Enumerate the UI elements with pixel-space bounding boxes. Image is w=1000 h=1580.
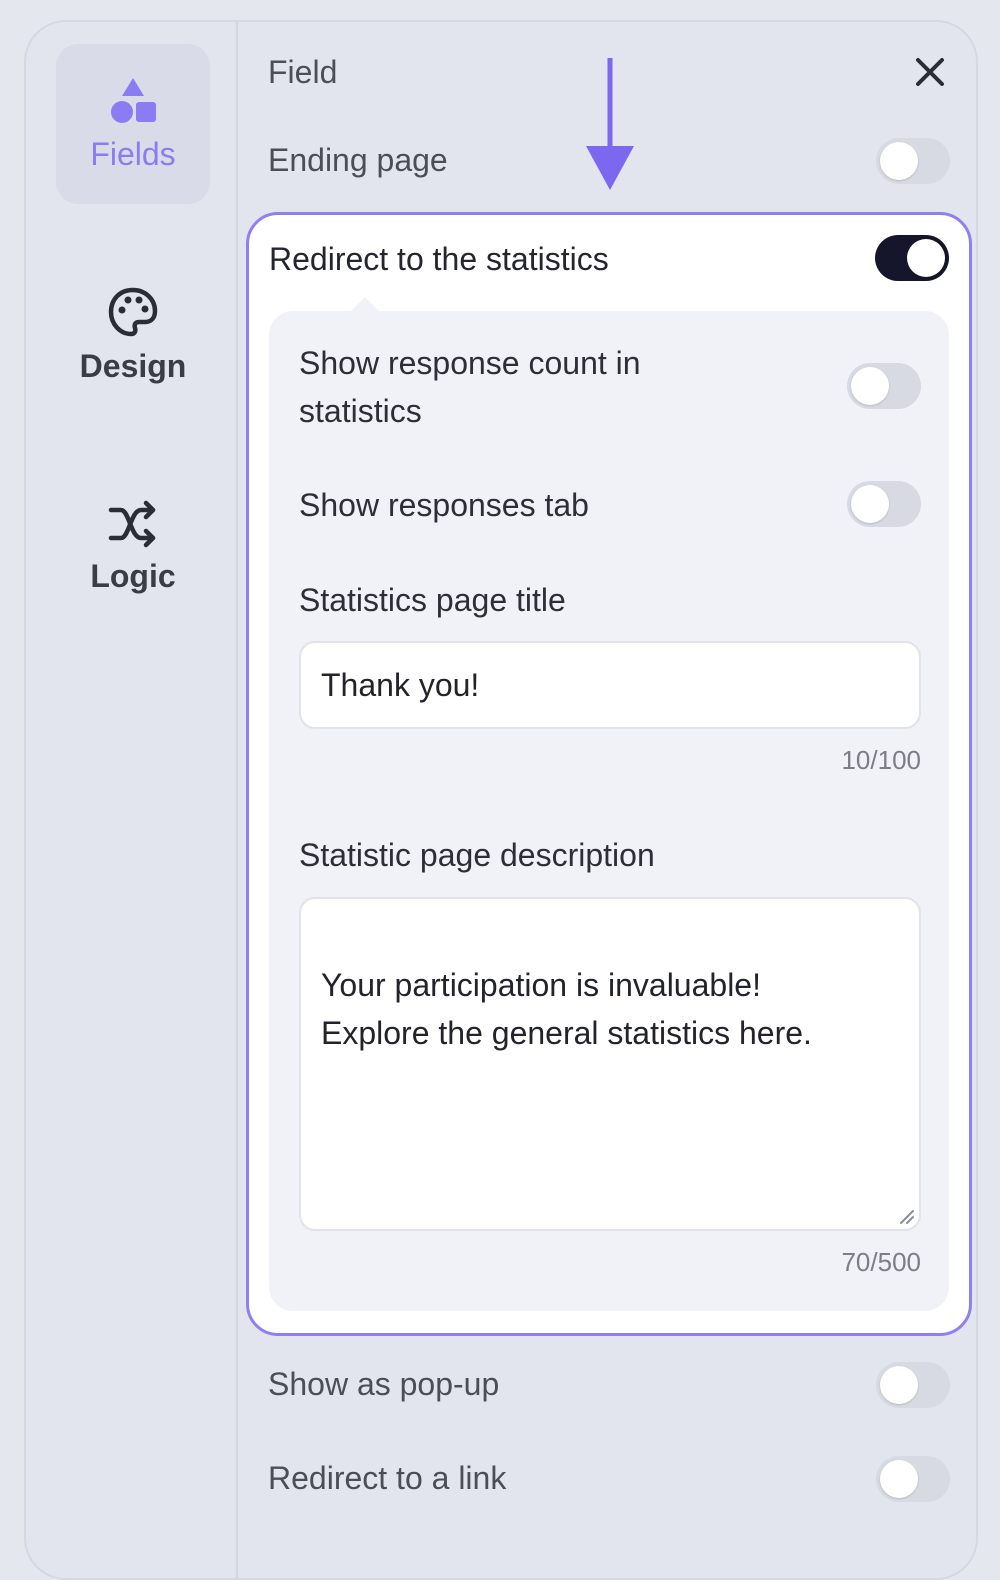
sidebar-rail: Fields Design Logic: [26, 22, 238, 1578]
response-count-toggle[interactable]: [847, 363, 921, 409]
field-settings-panel: Fields Design Logic Field Ending page Re…: [24, 20, 978, 1580]
response-count-label: Show response count in statistics: [299, 345, 641, 429]
show-popup-toggle[interactable]: [876, 1362, 950, 1408]
stats-title-input[interactable]: Thank you!: [299, 641, 921, 729]
stats-title-counter: 10/100: [841, 745, 921, 775]
rail-item-design[interactable]: Design: [56, 260, 210, 410]
rail-item-fields[interactable]: Fields: [56, 44, 210, 204]
statistics-redirect-card: Redirect to the statistics Show response…: [246, 212, 972, 1336]
panel-title: Field: [268, 54, 338, 90]
stats-description-textarea[interactable]: Your participation is invaluable! Explor…: [299, 897, 921, 1231]
shuffle-icon: [108, 500, 156, 547]
shapes-icon: [111, 77, 156, 123]
rail-item-label: Design: [79, 347, 187, 384]
stats-description-label: Statistic page description: [299, 837, 655, 873]
close-button[interactable]: [910, 52, 950, 92]
field-settings-content: Field Ending page Redirect to the statis…: [238, 22, 976, 1578]
stats-description-text: Your participation is invaluable! Explor…: [321, 967, 812, 1051]
ending-page-toggle[interactable]: [876, 138, 950, 184]
responses-tab-toggle[interactable]: [847, 481, 921, 527]
statistics-redirect-label: Redirect to the statistics: [269, 241, 609, 277]
responses-tab-label: Show responses tab: [299, 487, 589, 523]
rail-item-label: Logic: [90, 557, 176, 594]
palette-icon: [108, 287, 158, 336]
ending-page-label: Ending page: [268, 142, 448, 178]
close-icon: [916, 58, 944, 86]
show-popup-label: Show as pop-up: [268, 1366, 500, 1402]
statistics-redirect-toggle[interactable]: [875, 235, 949, 281]
rail-item-logic[interactable]: Logic: [56, 472, 210, 622]
redirect-link-toggle[interactable]: [876, 1456, 950, 1502]
redirect-link-label: Redirect to a link: [268, 1460, 507, 1496]
statistics-options: Show response count in statistics Show r…: [269, 297, 949, 1311]
stats-description-counter: 70/500: [841, 1247, 921, 1277]
arrow-down-icon: [586, 58, 634, 190]
stats-title-label: Statistics page title: [299, 582, 566, 618]
notch: [349, 297, 381, 313]
rail-item-label: Fields: [90, 135, 176, 172]
resize-handle-icon[interactable]: [897, 1207, 915, 1225]
